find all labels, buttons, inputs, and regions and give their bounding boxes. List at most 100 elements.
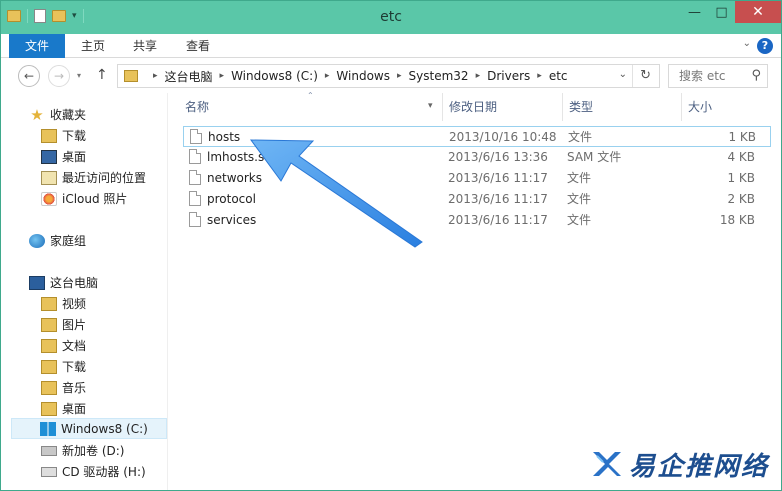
explorer-window: ▾ etc — □ ✕ 文件 主页 共享 查看 ⌄ ? ← → ▾ ↑ ▸ 这台…	[0, 0, 782, 491]
tab-share[interactable]: 共享	[125, 34, 165, 58]
nav-pc-videos[interactable]: 视频	[41, 293, 167, 314]
file-row[interactable]: protocol 2013/6/16 11:17 文件 2 KB	[183, 189, 771, 210]
hard-drive-icon	[41, 445, 57, 456]
nav-favorite-desktop[interactable]: 桌面	[41, 146, 167, 167]
up-button[interactable]: ↑	[96, 67, 108, 83]
file-list: ⌃ 名称 ▾ 修改日期 类型 大小 hosts 2013/10/16 10:48…	[169, 91, 781, 490]
nav-favorites[interactable]: ★ 收藏夹	[29, 104, 167, 125]
help-icon[interactable]: ?	[757, 38, 773, 54]
address-dropdown-icon[interactable]: ⌄	[619, 69, 627, 80]
breadcrumb-item[interactable]: Drivers ▸	[487, 69, 549, 83]
file-size: 1 KB	[728, 130, 756, 144]
breadcrumb: ▸ 这台电脑 ▸ Windows8 (C:) ▸ Windows ▸ System32…	[146, 68, 568, 85]
address-divider	[632, 65, 633, 87]
file-name: lmhosts.sam	[207, 150, 284, 164]
column-header-type[interactable]: 类型	[562, 93, 680, 121]
nav-pc-music[interactable]: 音乐	[41, 377, 167, 398]
close-button[interactable]: ✕	[735, 1, 781, 23]
nav-this-pc[interactable]: 这台电脑	[29, 272, 167, 293]
file-row[interactable]: networks 2013/6/16 11:17 文件 1 KB	[183, 168, 771, 189]
nav-label: 最近访问的位置	[62, 171, 147, 185]
folder-icon	[124, 70, 138, 82]
nav-pc-drive-h[interactable]: CD 驱动器 (H:)	[41, 461, 167, 482]
icloud-photos-icon	[41, 191, 57, 206]
file-row[interactable]: services 2013/6/16 11:17 文件 18 KB	[183, 210, 771, 231]
address-bar[interactable]: ▸ 这台电脑 ▸ Windows8 (C:) ▸ Windows ▸ System32…	[117, 64, 660, 88]
file-icon	[190, 129, 202, 144]
file-date: 2013/6/16 11:17	[448, 192, 548, 206]
search-icon: ⚲	[751, 68, 761, 83]
nav-label: 家庭组	[50, 234, 87, 248]
expand-ribbon-icon[interactable]: ⌄	[743, 38, 751, 49]
window-title: etc	[380, 9, 402, 25]
forward-button[interactable]: →	[48, 65, 70, 87]
nav-label: 文档	[62, 339, 87, 353]
breadcrumb-item[interactable]: 这台电脑 ▸	[165, 68, 232, 85]
column-filter-icon[interactable]: ▾	[428, 101, 433, 111]
nav-pc-drive-d[interactable]: 新加卷 (D:)	[41, 440, 167, 461]
search-input[interactable]: 搜索 etc ⚲	[668, 64, 768, 88]
nav-favorite-recent[interactable]: 最近访问的位置	[41, 167, 167, 188]
breadcrumb-item[interactable]: etc	[549, 69, 568, 83]
cd-drive-icon	[41, 466, 57, 477]
nav-label: iCloud 照片	[62, 192, 128, 206]
refresh-icon[interactable]: ↻	[640, 68, 651, 83]
title-bar: ▾ etc — □ ✕	[1, 1, 781, 34]
file-size: 4 KB	[727, 150, 755, 164]
nav-pc-pictures[interactable]: 图片	[41, 314, 167, 335]
file-row[interactable]: lmhosts.sam 2013/6/16 13:36 SAM 文件 4 KB	[183, 147, 771, 168]
tab-home[interactable]: 主页	[73, 34, 113, 58]
nav-label: 视频	[62, 297, 87, 311]
navigation-pane: ★ 收藏夹 下载 桌面 最近访问的位置 iCloud 照片 家庭组 这台电脑 视…	[1, 93, 167, 490]
maximize-button[interactable]: □	[708, 1, 735, 23]
tab-file[interactable]: 文件	[9, 34, 65, 58]
music-folder-icon	[41, 380, 57, 395]
nav-label: 下载	[62, 129, 87, 143]
column-header-size[interactable]: 大小	[681, 93, 771, 121]
windows-drive-icon	[40, 421, 56, 436]
breadcrumb-item[interactable]: Windows8 (C:) ▸	[231, 69, 336, 83]
file-size: 2 KB	[727, 192, 755, 206]
file-size: 18 KB	[719, 213, 755, 227]
file-row[interactable]: hosts 2013/10/16 10:48 文件 1 KB	[183, 126, 771, 147]
file-date: 2013/6/16 13:36	[448, 150, 548, 164]
column-header-name[interactable]: 名称	[179, 93, 441, 121]
documents-folder-icon	[41, 338, 57, 353]
file-name: protocol	[207, 192, 256, 206]
tab-view[interactable]: 查看	[178, 34, 218, 58]
file-icon	[189, 191, 201, 206]
column-header-row: ⌃ 名称 ▾ 修改日期 类型 大小	[169, 91, 781, 121]
column-header-date[interactable]: 修改日期	[442, 93, 562, 121]
nav-pc-documents[interactable]: 文档	[41, 335, 167, 356]
file-type: 文件	[567, 171, 592, 185]
file-type: 文件	[568, 130, 593, 144]
back-button[interactable]: ←	[18, 65, 40, 87]
nav-pc-desktop[interactable]: 桌面	[41, 398, 167, 419]
file-type: SAM 文件	[567, 150, 622, 164]
file-type: 文件	[567, 213, 592, 227]
nav-label: 下载	[62, 360, 87, 374]
file-type: 文件	[567, 192, 592, 206]
pane-divider[interactable]	[167, 93, 168, 490]
recent-places-icon	[41, 170, 57, 185]
nav-homegroup[interactable]: 家庭组	[29, 230, 167, 251]
nav-label: 收藏夹	[50, 108, 87, 122]
desktop-icon	[41, 149, 57, 164]
nav-label: Windows8 (C:)	[61, 421, 148, 436]
recent-locations-icon[interactable]: ▾	[77, 71, 81, 80]
nav-favorite-icloud[interactable]: iCloud 照片	[41, 188, 167, 209]
watermark-text: 易企推网络	[629, 451, 770, 482]
file-size: 1 KB	[727, 171, 755, 185]
breadcrumb-item[interactable]: System32 ▸	[409, 69, 488, 83]
nav-label: 桌面	[62, 402, 87, 416]
breadcrumb-item[interactable]: Windows ▸	[336, 69, 408, 83]
nav-pc-downloads[interactable]: 下载	[41, 356, 167, 377]
nav-favorite-downloads[interactable]: 下载	[41, 125, 167, 146]
nav-pc-drive-c[interactable]: Windows8 (C:)	[11, 418, 167, 439]
videos-folder-icon	[41, 296, 57, 311]
nav-label: CD 驱动器 (H:)	[62, 465, 146, 479]
file-date: 2013/6/16 11:17	[448, 171, 548, 185]
breadcrumb-separator[interactable]: ▸	[146, 71, 165, 81]
minimize-button[interactable]: —	[681, 1, 708, 23]
file-date: 2013/6/16 11:17	[448, 213, 548, 227]
